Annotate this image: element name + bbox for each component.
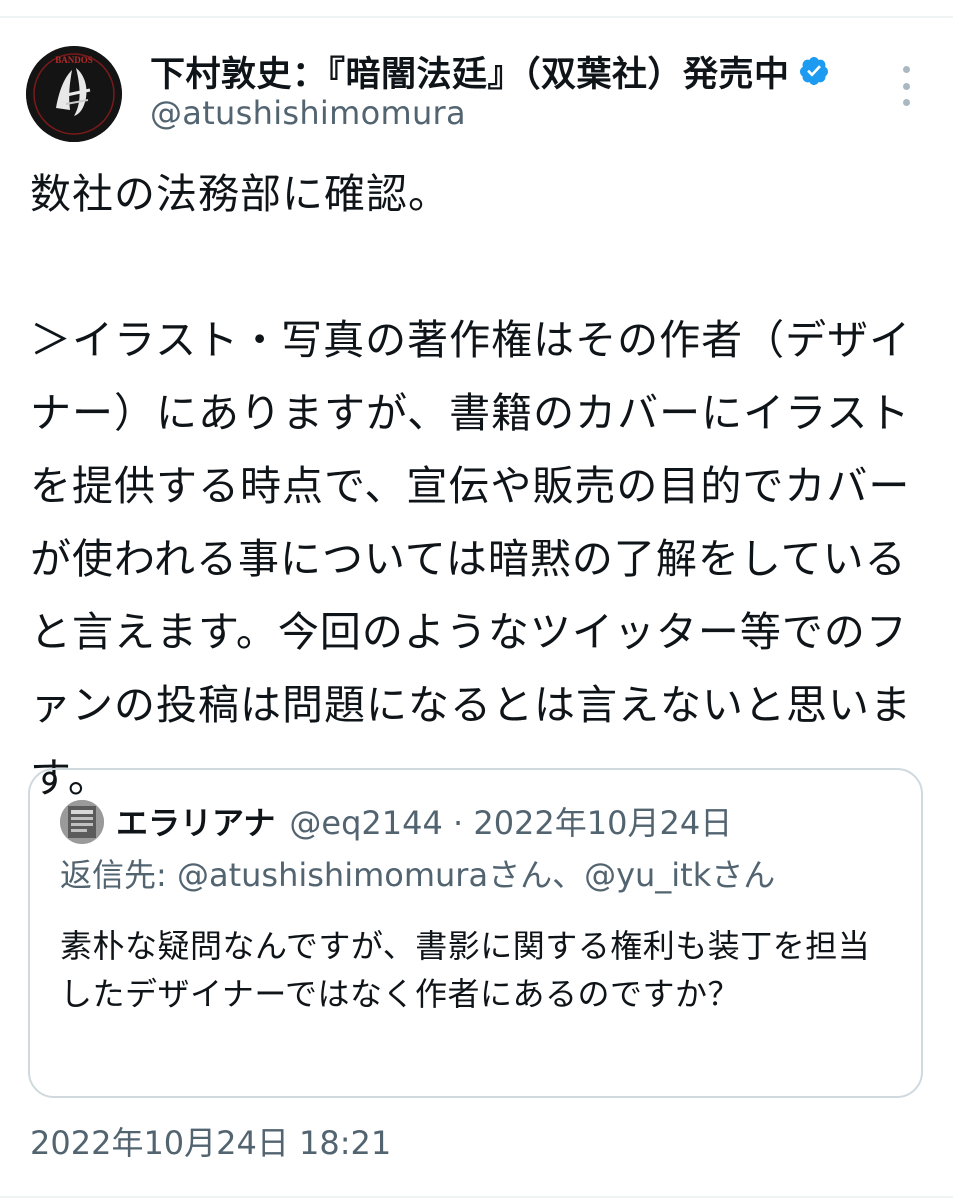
quoted-reply-to: 返信先: @atushishimomuraさん、@yu_itkさん: [60, 850, 775, 900]
author-avatar-image: BANDOS: [26, 46, 122, 142]
reply-mentions[interactable]: @atushishimomuraさん、@yu_itkさん: [177, 856, 775, 894]
tweet-timestamp[interactable]: 2022年10月24日 18:21: [30, 1118, 391, 1164]
quoted-tweet-text: 素朴な疑問なんですが、書影に関する権利も装丁を担当したデザイナーではなく作者にあ…: [60, 927, 871, 1013]
bottom-divider: [0, 1196, 953, 1198]
quoted-tweet-header: エラリアナ @eq2144 · 2022年10月24日: [116, 796, 732, 846]
author-handle[interactable]: @atushishimomura: [150, 94, 466, 132]
more-dot: [902, 99, 910, 106]
quoted-author-avatar-image: [60, 800, 104, 844]
quoted-tweet-card[interactable]: エラリアナ @eq2144 · 2022年10月24日 返信先: @atushi…: [28, 768, 923, 1098]
top-divider: [0, 16, 953, 18]
more-dot: [902, 82, 910, 90]
reply-prefix: 返信先:: [60, 856, 177, 894]
author-avatar[interactable]: BANDOS: [26, 46, 122, 142]
quoted-author-avatar: [60, 800, 104, 844]
more-options-icon[interactable]: [895, 66, 917, 106]
author-name[interactable]: 下村敦史：『暗闇法廷』（双葉社）発売中: [150, 46, 790, 97]
tweet-page: BANDOS 下村敦史：『暗闇法廷』（双葉社）発売中 @atushishimom…: [0, 0, 953, 1200]
quoted-author-meta: @eq2144 · 2022年10月24日: [289, 804, 733, 842]
more-dot: [902, 66, 910, 73]
verified-badge-icon: [798, 55, 830, 87]
quoted-author-name[interactable]: エラリアナ: [116, 798, 275, 844]
avatar-logo-text: BANDOS: [55, 55, 93, 65]
author-name-row: 下村敦史：『暗闇法廷』（双葉社）発売中: [150, 46, 830, 96]
tweet-text: 数社の法務部に確認。 ＞イラスト・写真の著作権はその作者（デザイナー）にあります…: [30, 170, 912, 802]
